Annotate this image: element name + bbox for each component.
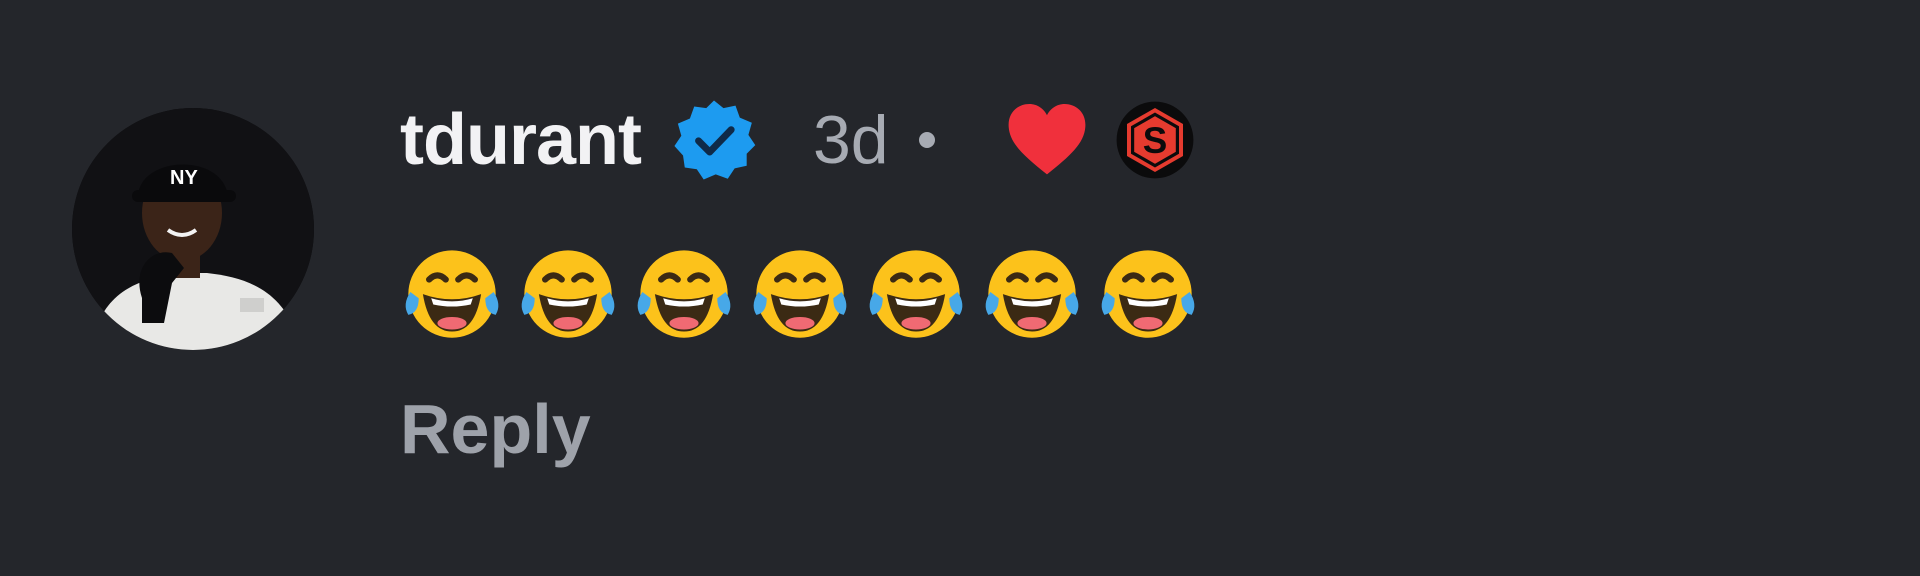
tears-of-joy-emoji-7 xyxy=(1101,250,1195,338)
comment-row: NY tdurant 3d S Reply xyxy=(0,0,1920,576)
svg-text:NY: NY xyxy=(170,167,198,189)
verified-badge-icon xyxy=(674,100,756,180)
heart-icon[interactable] xyxy=(1007,104,1087,176)
tears-of-joy-emoji-5 xyxy=(869,250,963,338)
svg-text:S: S xyxy=(1142,120,1167,161)
separator-dot xyxy=(918,132,935,148)
comment-content: tdurant 3d S Reply xyxy=(400,90,1880,464)
timestamp: 3d xyxy=(812,102,889,178)
comment-header: tdurant 3d S xyxy=(400,90,1880,190)
tears-of-joy-emoji-3 xyxy=(637,250,731,338)
avatar[interactable]: NY xyxy=(72,108,314,350)
tears-of-joy-emoji-1 xyxy=(405,250,499,338)
username-link[interactable]: tdurant xyxy=(400,104,642,176)
tears-of-joy-emoji-6 xyxy=(985,250,1079,338)
tears-of-joy-emoji-2 xyxy=(521,250,615,338)
s-logo-badge-icon: S xyxy=(1116,101,1194,179)
comment-message xyxy=(400,240,1880,344)
avatar-image: NY xyxy=(72,108,314,350)
tears-of-joy-emoji-4 xyxy=(753,250,847,338)
reply-button[interactable]: Reply xyxy=(400,394,591,464)
